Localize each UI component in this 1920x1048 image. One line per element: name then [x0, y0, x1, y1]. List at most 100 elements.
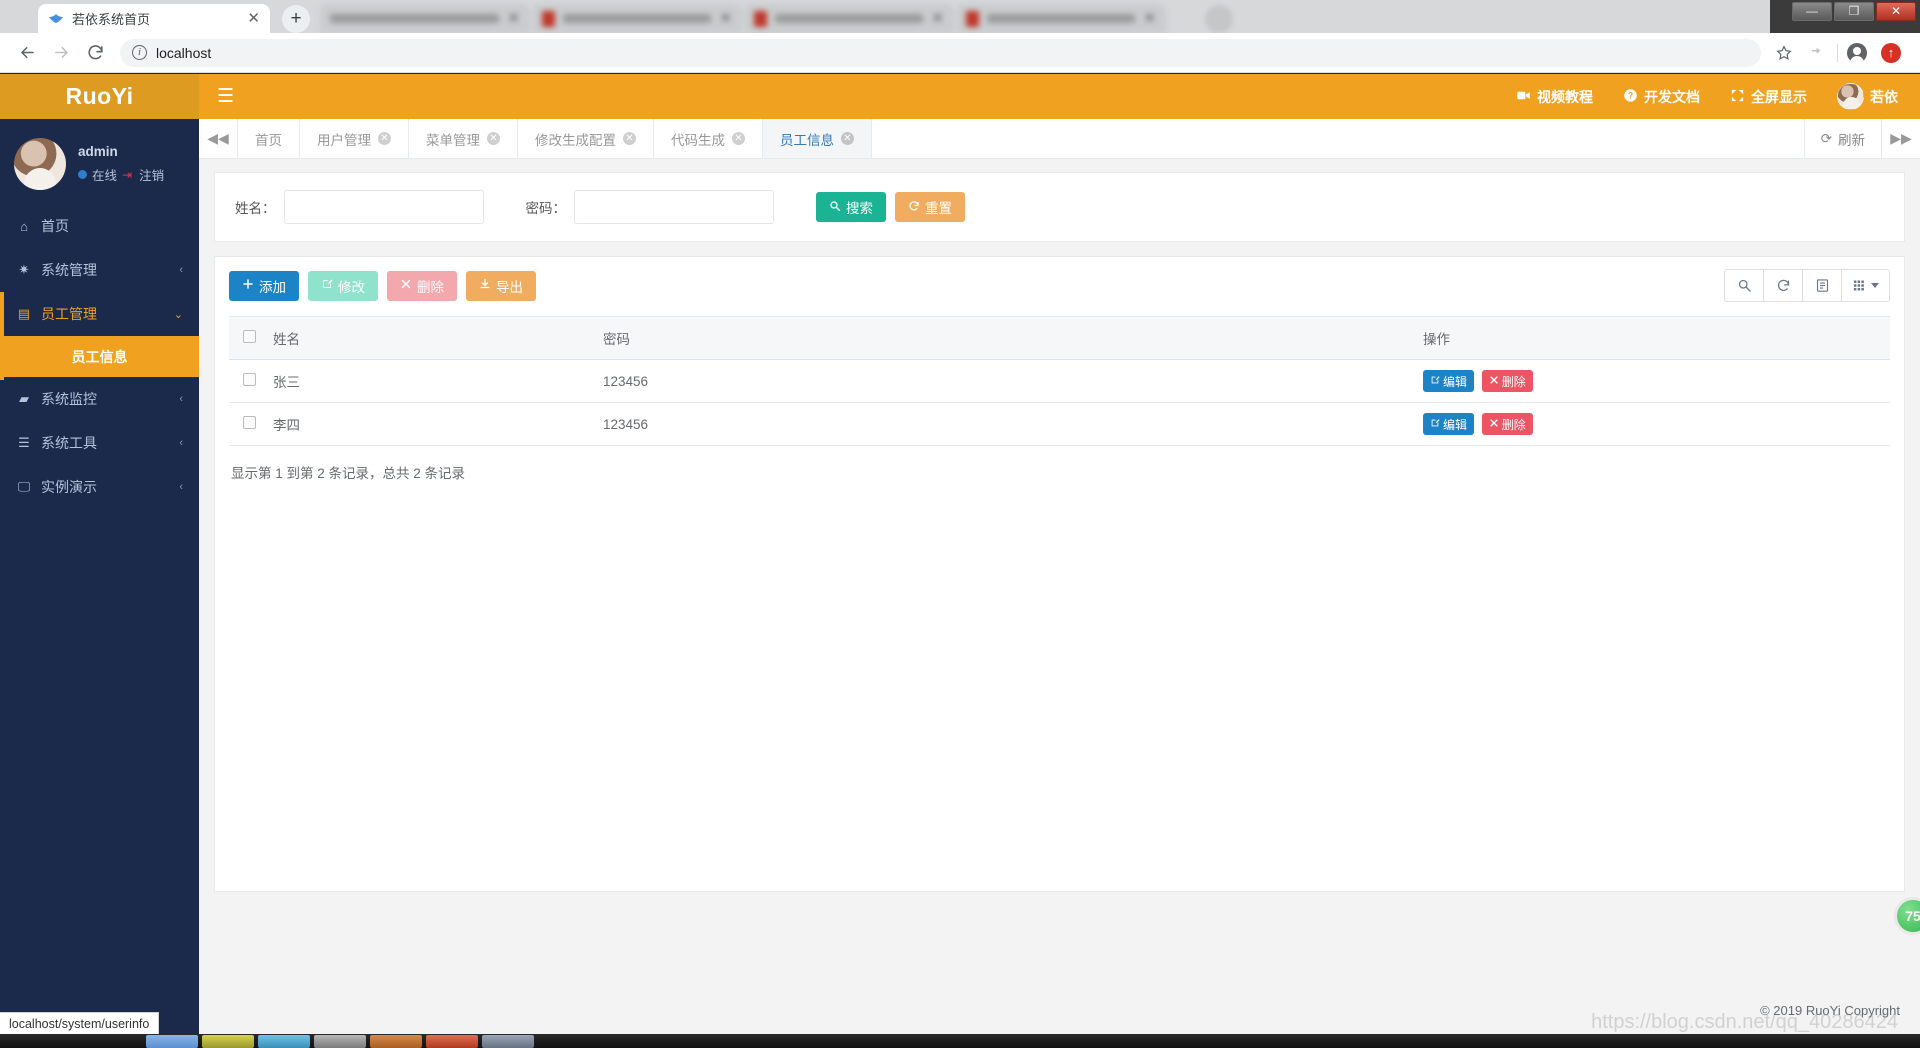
topbar-user-menu[interactable]: 若依	[1837, 83, 1898, 110]
row-edit-button[interactable]: 编辑	[1423, 370, 1475, 392]
column-header-password[interactable]: 密码	[595, 316, 1415, 360]
search-name-input[interactable]	[283, 190, 484, 224]
table-row[interactable]: 张三 123456 编辑 删除	[229, 359, 1890, 403]
column-header-name[interactable]: 姓名	[265, 316, 595, 360]
row-edit-label: 编辑	[1443, 417, 1468, 432]
x-icon	[1489, 417, 1499, 431]
site-info-icon[interactable]: i	[132, 45, 147, 60]
tabbar-refresh-button[interactable]: ⟳ 刷新	[1803, 119, 1881, 158]
browser-tab-close-icon[interactable]: ✕	[931, 11, 944, 26]
chrome-update-icon[interactable]	[1876, 38, 1906, 68]
logout-icon[interactable]: ⇥	[122, 168, 132, 182]
page-tab-menu-management[interactable]: 菜单管理 ✕	[409, 119, 518, 158]
browser-tab-close-icon[interactable]: ✕	[507, 11, 520, 26]
window-controls: — ❐ ✕	[1792, 2, 1916, 21]
topbar-links: 视频教程 ? 开发文档 全屏显示 若依	[1516, 83, 1898, 110]
reset-button[interactable]: 重置	[895, 192, 965, 222]
browser-tabstrip: 若依系统首页 ✕ + ✕ ✕ ✕ ✕	[0, 0, 1770, 33]
taskbar-item[interactable]	[258, 1035, 310, 1048]
chevron-left-icon: ‹	[179, 393, 183, 405]
page-tab-code-generation[interactable]: 代码生成 ✕	[654, 119, 763, 158]
export-button[interactable]: 导出	[466, 270, 536, 301]
blurred-round-button[interactable]	[1205, 5, 1233, 33]
tabbar-scroll-prev-icon[interactable]: ◀◀	[199, 119, 238, 158]
taskbar-item[interactable]	[370, 1035, 422, 1048]
sidebar-item-system-monitor[interactable]: ▰ 系统监控 ‹	[0, 377, 199, 421]
window-maximize-button[interactable]: ❐	[1834, 2, 1874, 21]
sidebar-item-demo[interactable]: 🖵 实例演示 ‹	[0, 465, 199, 509]
blurred-tab-label	[987, 14, 1136, 23]
browser-tab-title: 若依系统首页	[72, 12, 151, 27]
browser-tab-blurred-1[interactable]: ✕	[320, 4, 530, 33]
page-tab-close-icon[interactable]: ✕	[732, 132, 745, 145]
browser-tab-blurred-4[interactable]: ✕	[956, 4, 1166, 33]
window-minimize-button[interactable]: —	[1792, 2, 1832, 21]
page-tab-user-management[interactable]: 用户管理 ✕	[300, 119, 409, 158]
sidebar-toggle-icon[interactable]: ☰	[217, 87, 234, 106]
browser-tab-close-icon[interactable]: ✕	[1143, 11, 1156, 26]
row-edit-button[interactable]: 编辑	[1423, 413, 1475, 435]
blurred-tab-label	[563, 14, 712, 23]
browser-tab-blurred-3[interactable]: ✕	[744, 4, 954, 33]
taskbar-item[interactable]	[482, 1035, 534, 1048]
search-password-input[interactable]	[574, 190, 774, 224]
page-tab-generate-config[interactable]: 修改生成配置 ✕	[518, 119, 654, 158]
row-delete-button[interactable]: 删除	[1481, 370, 1533, 392]
new-tab-button[interactable]: +	[282, 5, 310, 33]
refresh-icon[interactable]	[1764, 270, 1803, 301]
row-edit-label: 编辑	[1443, 374, 1468, 389]
window-titlebar: 若依系统首页 ✕ + ✕ ✕ ✕ ✕ — ❐ ✕	[0, 0, 1920, 33]
add-button[interactable]: 添加	[229, 270, 299, 301]
logout-label[interactable]: 注销	[139, 165, 164, 184]
sidebar-item-label: 实例演示	[41, 479, 97, 495]
page-tab-close-icon[interactable]: ✕	[623, 132, 636, 145]
search-button[interactable]: 搜索	[816, 192, 886, 222]
taskbar-item[interactable]	[426, 1035, 478, 1048]
select-all-checkbox[interactable]	[243, 330, 256, 343]
topbar-fullscreen[interactable]: 全屏显示	[1730, 87, 1807, 107]
back-icon[interactable]	[10, 36, 44, 70]
browser-tab-active[interactable]: 若依系统首页 ✕	[38, 4, 270, 33]
page-tab-home[interactable]: 首页	[238, 119, 300, 158]
topbar-video-tutorial[interactable]: 视频教程	[1516, 87, 1593, 107]
tabbar-scroll-next-icon[interactable]: ▶▶	[1881, 119, 1920, 158]
row-checkbox[interactable]	[243, 416, 256, 429]
forward-icon[interactable]	[44, 36, 78, 70]
row-delete-button[interactable]: 删除	[1481, 413, 1533, 435]
cell-password: 123456	[595, 359, 1415, 403]
sidebar-item-home[interactable]: ⌂ 首页	[0, 204, 199, 248]
row-select-cell	[229, 359, 265, 403]
extension-puzzle-icon[interactable]	[1803, 38, 1833, 68]
delete-button[interactable]: 删除	[387, 270, 457, 301]
sidebar-item-system-tools[interactable]: ☰ 系统工具 ‹	[0, 421, 199, 465]
avatar[interactable]	[14, 138, 66, 190]
page-tab-close-icon[interactable]: ✕	[378, 132, 391, 145]
topbar-dev-docs[interactable]: ? 开发文档	[1623, 87, 1700, 107]
sidebar-item-employee-management[interactable]: ▤ 员工管理 ⌄	[0, 292, 199, 380]
edit-button[interactable]: 修改	[308, 270, 378, 301]
online-status-label: 在线	[92, 169, 118, 183]
browser-tab-close-icon[interactable]: ✕	[247, 11, 260, 26]
columns-icon[interactable]	[1842, 270, 1889, 301]
toggle-view-icon[interactable]	[1803, 270, 1842, 301]
row-checkbox[interactable]	[243, 373, 256, 386]
search-icon[interactable]	[1725, 270, 1764, 301]
taskbar-item[interactable]	[146, 1035, 198, 1048]
page-tab-close-icon[interactable]: ✕	[487, 132, 500, 145]
page-tab-employee-info[interactable]: 员工信息 ✕	[763, 119, 872, 158]
address-bar[interactable]: i localhost	[120, 38, 1761, 67]
reload-icon[interactable]	[78, 36, 112, 70]
table-row[interactable]: 李四 123456 编辑 删除	[229, 402, 1890, 446]
bookmark-star-icon[interactable]	[1769, 38, 1799, 68]
browser-tab-close-icon[interactable]: ✕	[719, 11, 732, 26]
window-close-button[interactable]: ✕	[1876, 2, 1916, 21]
browser-tab-blurred-2[interactable]: ✕	[532, 4, 742, 33]
ruoyi-app: RuoYi admin 在线 ⇥ 注销 ⌂ 首页 ✷ 系统管理 ‹ ▤ 员工管理…	[0, 74, 1920, 1048]
page-tab-close-icon[interactable]: ✕	[841, 132, 854, 145]
taskbar-item[interactable]	[314, 1035, 366, 1048]
sidebar-item-system-management[interactable]: ✷ 系统管理 ‹	[0, 248, 199, 292]
taskbar-item[interactable]	[202, 1035, 254, 1048]
brand-logo[interactable]: RuoYi	[0, 74, 199, 119]
sidebar-item-employee-info[interactable]: 员工信息	[0, 336, 199, 377]
profile-avatar-icon[interactable]	[1842, 38, 1872, 68]
